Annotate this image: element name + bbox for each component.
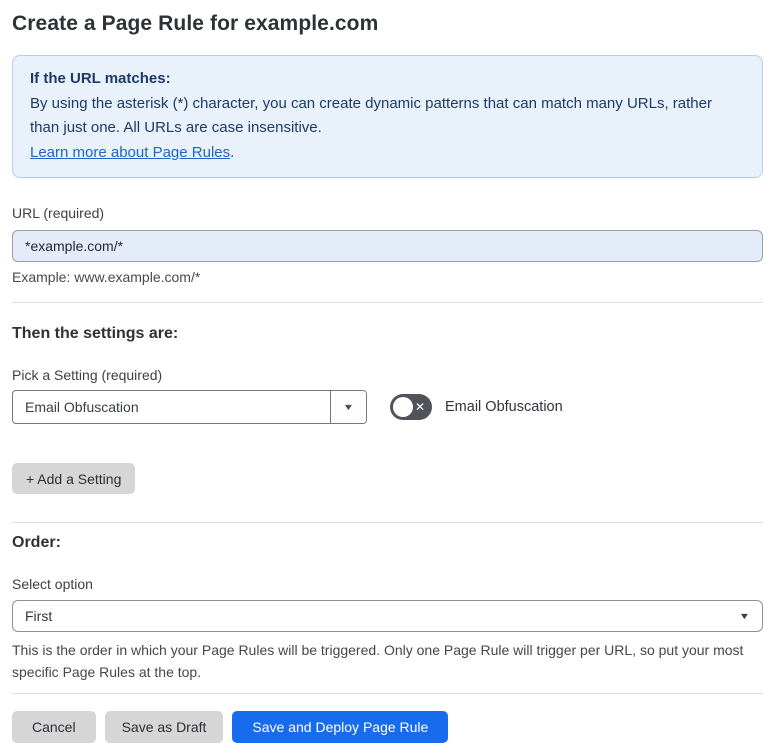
setting-row: Email Obfuscation ▼ ✕ Email Obfuscation	[12, 390, 763, 424]
cancel-button[interactable]: Cancel	[12, 711, 96, 743]
order-select-value: First	[25, 608, 53, 624]
settings-section-heading: Then the settings are:	[12, 325, 179, 342]
caret-down-icon: ▼	[342, 401, 355, 412]
divider	[12, 693, 763, 694]
divider	[12, 522, 763, 523]
email-obfuscation-toggle-group: ✕ Email Obfuscation	[390, 394, 563, 420]
setting-select-value: Email Obfuscation	[25, 399, 139, 415]
url-example-hint: Example: www.example.com/*	[12, 269, 201, 285]
url-field-label: URL (required)	[12, 205, 105, 221]
save-as-draft-button[interactable]: Save as Draft	[104, 711, 224, 743]
toggle-knob	[393, 397, 413, 417]
toggle-off-x-icon: ✕	[414, 400, 425, 414]
order-section-heading: Order:	[12, 534, 61, 551]
divider	[12, 302, 763, 303]
page-rule-form: Create a Page Rule for example.com If th…	[0, 0, 775, 743]
save-and-deploy-button[interactable]: Save and Deploy Page Rule	[232, 711, 449, 743]
order-description: This is the order in which your Page Rul…	[12, 642, 744, 680]
order-select[interactable]: First ▼	[12, 600, 763, 632]
pick-setting-label: Pick a Setting (required)	[12, 367, 163, 383]
order-select-label: Select option	[12, 576, 93, 592]
email-obfuscation-toggle[interactable]: ✕	[390, 394, 432, 420]
toggle-label: Email Obfuscation	[445, 399, 563, 415]
link-suffix: .	[230, 143, 235, 161]
add-setting-button[interactable]: + Add a Setting	[12, 463, 136, 494]
caret-down-icon: ▼	[738, 610, 751, 621]
url-match-info-box: If the URL matches: By using the asteris…	[12, 55, 763, 178]
setting-select[interactable]: Email Obfuscation ▼	[12, 390, 367, 424]
footer-actions: Cancel Save as Draft Save and Deploy Pag…	[12, 711, 763, 743]
info-box-link-line: Learn more about Page Rules.	[30, 141, 745, 166]
url-input[interactable]	[12, 230, 763, 262]
info-box-heading: If the URL matches:	[30, 70, 171, 87]
info-box-body: By using the asterisk (*) character, you…	[30, 94, 712, 137]
page-title: Create a Page Rule for example.com	[12, 12, 379, 35]
learn-more-link[interactable]: Learn more about Page Rules	[30, 144, 230, 161]
setting-select-dropdown-button[interactable]: ▼	[330, 391, 366, 423]
